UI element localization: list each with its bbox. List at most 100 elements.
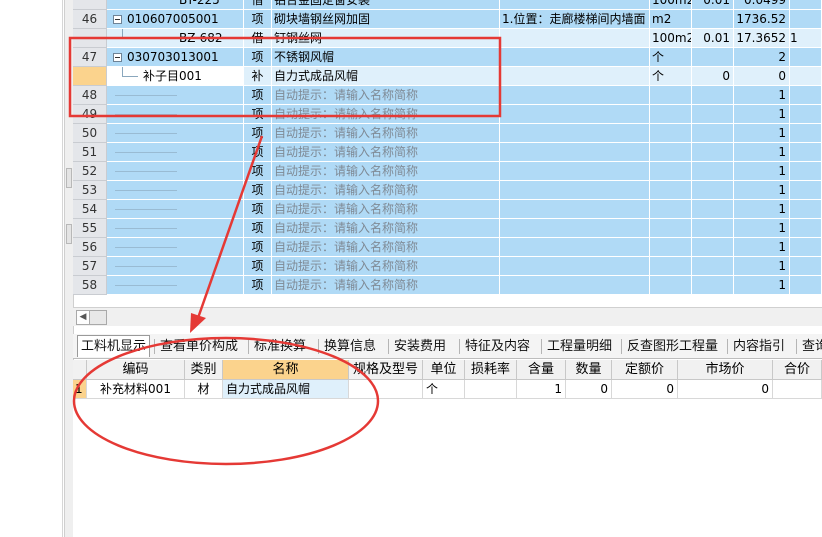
cell-content[interactable]: 1 [517,380,566,399]
item-name[interactable]: 不锈钢风帽 [272,48,500,67]
item-price[interactable]: 1 [734,162,790,181]
item-quantity[interactable] [692,162,734,181]
item-quantity[interactable]: 0.01 [692,29,734,48]
item-code[interactable]: BZ-682 [107,29,244,48]
tab-7[interactable]: 工程量明细 [547,336,612,357]
item-unit[interactable] [650,257,692,276]
item-feature[interactable] [500,105,650,124]
cell-loss[interactable] [465,380,517,399]
item-unit[interactable] [650,200,692,219]
item-price[interactable]: 1 [734,219,790,238]
item-quantity[interactable] [692,276,734,295]
item-unit[interactable] [650,143,692,162]
item-code[interactable] [107,162,244,181]
cell-market-price[interactable]: 0 [678,380,773,399]
table-row[interactable]: 57 项自动提示：请输入名称简称 1 [73,257,822,276]
column-header-quantity[interactable]: 数量 [566,360,612,380]
item-price[interactable]: 1 [734,86,790,105]
table-row[interactable]: 46 010607005001 项砌块墙钢丝网加固 1.位置：走廊楼梯间内墙面 m2 17… [73,10,822,29]
item-feature[interactable] [500,86,650,105]
row-number[interactable]: 47 [73,48,107,67]
column-header-total[interactable]: 合价 [773,360,822,380]
item-unit[interactable] [650,124,692,143]
row-number[interactable]: 55 [73,219,107,238]
item-price[interactable]: 1 [734,181,790,200]
item-unit[interactable]: 个 [650,48,692,67]
item-quantity[interactable] [692,181,734,200]
item-feature[interactable] [500,181,650,200]
table-row[interactable]: 补子目001 补自力式成品风帽个 0 0 [73,67,822,86]
horizontal-scrollbar[interactable]: ◀ [73,307,822,326]
column-header-unit[interactable]: 单位 [423,360,465,380]
item-price[interactable]: 1736.52 [734,10,790,29]
scrollbar-thumb[interactable] [89,310,107,325]
item-quantity[interactable] [692,219,734,238]
item-name[interactable]: 自力式成品风帽 [272,67,500,86]
item-price[interactable]: 1 [734,143,790,162]
item-name[interactable]: 钉钢丝网 [272,29,500,48]
item-name[interactable]: 自动提示：请输入名称简称 [272,181,500,200]
table-row[interactable]: 51 项自动提示：请输入名称简称 1 [73,143,822,162]
table-row[interactable]: 54 项自动提示：请输入名称简称 1 [73,200,822,219]
item-code[interactable] [107,276,244,295]
item-price[interactable]: 1 [734,105,790,124]
item-quantity[interactable]: 0 [692,67,734,86]
scroll-left-icon[interactable]: ◀ [76,310,90,325]
item-unit[interactable] [650,162,692,181]
item-feature[interactable] [500,124,650,143]
item-unit[interactable] [650,276,692,295]
item-unit[interactable] [650,238,692,257]
cell-name[interactable]: 自力式成品风帽 [223,380,349,399]
tab-4[interactable]: 换算信息 [324,336,376,357]
splitter-handle[interactable] [66,224,72,244]
row-number[interactable]: 54 [73,200,107,219]
item-unit[interactable] [650,105,692,124]
table-row[interactable]: 52 项自动提示：请输入名称简称 1 [73,162,822,181]
item-price[interactable]: 1 [734,257,790,276]
item-name[interactable]: 自动提示：请输入名称简称 [272,162,500,181]
tab-8[interactable]: 反查图形工程量 [627,336,718,357]
tab-5[interactable]: 安装费用 [394,336,446,357]
tab-9[interactable]: 内容指引 [733,336,785,357]
row-number[interactable]: 52 [73,162,107,181]
item-feature[interactable] [500,238,650,257]
item-price[interactable]: 1 [734,276,790,295]
cell-category[interactable]: 材 [185,380,223,399]
tab-3[interactable]: 标准换算 [254,336,306,357]
item-feature[interactable] [500,276,650,295]
item-feature[interactable] [500,257,650,276]
item-feature[interactable] [500,67,650,86]
item-name[interactable]: 自动提示：请输入名称简称 [272,105,500,124]
item-unit[interactable]: 100m2 [650,29,692,48]
row-number[interactable]: 58 [73,276,107,295]
item-code[interactable] [107,238,244,257]
cell-spec[interactable] [349,380,423,399]
row-number[interactable]: 56 [73,238,107,257]
item-code[interactable]: 010607005001 [107,10,244,29]
column-header-loss-rate[interactable]: 损耗率 [465,360,517,380]
item-feature[interactable] [500,219,650,238]
column-header-category[interactable]: 类别 [185,360,223,380]
table-row[interactable]: 48 项自动提示：请输入名称简称 1 [73,86,822,105]
item-price[interactable]: 0 [734,67,790,86]
item-feature[interactable]: 1.位置：走廊楼梯间内墙面 [500,10,650,29]
tab-6[interactable]: 特征及内容 [465,336,530,357]
item-code[interactable] [107,143,244,162]
item-code[interactable] [107,105,244,124]
table-row[interactable]: BY-225 借铝合金固定窗安装 100m2 0.01 0.0499 [73,0,822,10]
item-name[interactable]: 自动提示：请输入名称简称 [272,143,500,162]
cell-quota-price[interactable]: 0 [612,380,678,399]
cell-quantity[interactable]: 0 [566,380,612,399]
item-quantity[interactable] [692,48,734,67]
table-row[interactable]: 58 项自动提示：请输入名称简称 1 [73,276,822,295]
cell-unit[interactable]: 个 [423,380,465,399]
item-code[interactable] [107,86,244,105]
item-code[interactable] [107,200,244,219]
item-name[interactable]: 自动提示：请输入名称简称 [272,276,500,295]
item-quantity[interactable] [692,10,734,29]
row-number[interactable]: 51 [73,143,107,162]
item-price[interactable]: 1 [734,124,790,143]
row-number[interactable] [73,67,107,86]
row-number[interactable]: 49 [73,105,107,124]
item-name[interactable]: 自动提示：请输入名称简称 [272,257,500,276]
